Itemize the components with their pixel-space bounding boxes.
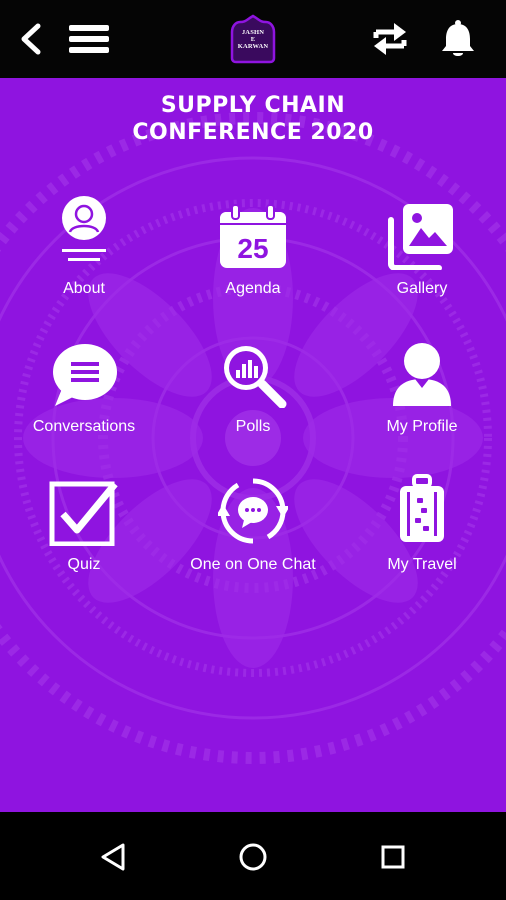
nav-back-icon <box>101 843 125 871</box>
title-line2: CONFERENCE 2020 <box>132 120 374 145</box>
gallery-icon <box>388 204 453 270</box>
tile-agenda[interactable]: 25 Agenda <box>169 190 337 320</box>
sync-icon <box>373 23 407 55</box>
tile-polls[interactable]: Polls <box>169 328 337 458</box>
polls-icon <box>224 346 287 408</box>
home-grid-screen: SUPPLY CHAIN CONFERENCE 2020 About 25 Ag… <box>0 78 506 812</box>
nav-home-button[interactable] <box>230 834 276 880</box>
nav-recents-icon <box>381 845 405 869</box>
calendar-icon: 25 <box>220 204 286 268</box>
notifications-button[interactable] <box>436 16 480 62</box>
tile-my-profile[interactable]: My Profile <box>338 328 506 458</box>
tile-label: My Travel <box>387 556 457 573</box>
tile-conversations[interactable]: Conversations <box>0 328 168 458</box>
hamburger-menu-icon <box>69 25 109 53</box>
tile-gallery[interactable]: Gallery <box>338 190 506 320</box>
logo-text-line2: E <box>250 35 256 43</box>
system-navigation-bar <box>0 812 506 900</box>
logo-text-line1: JASHN <box>241 28 265 36</box>
back-arrow-icon <box>21 23 41 55</box>
luggage-icon <box>400 474 444 542</box>
top-app-bar: JASHN E KARWAN <box>0 0 506 78</box>
tile-label: Agenda <box>225 280 281 297</box>
tile-label: One on One Chat <box>190 556 316 573</box>
chat-bubble-icon <box>53 344 117 406</box>
bell-icon <box>442 20 474 56</box>
profile-icon <box>393 343 451 406</box>
logo-text-line3: KARWAN <box>237 42 269 50</box>
tile-about[interactable]: About <box>0 190 168 320</box>
tile-label: About <box>63 280 105 297</box>
calendar-day: 25 <box>237 233 268 264</box>
conference-title: SUPPLY CHAIN CONFERENCE 2020 <box>0 92 506 146</box>
app-logo: JASHN E KARWAN <box>226 12 280 66</box>
checkbox-icon <box>49 481 118 546</box>
tile-label: My Profile <box>386 418 458 435</box>
tile-one-on-one-chat[interactable]: One on One Chat <box>169 466 337 596</box>
nav-home-icon <box>239 843 267 871</box>
sync-button[interactable] <box>366 18 414 60</box>
about-icon <box>62 196 106 261</box>
tile-label: Quiz <box>67 556 101 573</box>
tile-my-travel[interactable]: My Travel <box>338 466 506 596</box>
menu-button[interactable] <box>64 18 114 60</box>
tile-label: Polls <box>235 418 271 435</box>
nav-back-button[interactable] <box>90 834 136 880</box>
one-on-one-chat-icon <box>218 478 288 544</box>
tile-label: Gallery <box>396 280 448 297</box>
nav-recents-button[interactable] <box>370 834 416 880</box>
back-button[interactable] <box>10 18 52 60</box>
tile-label: Conversations <box>32 418 136 435</box>
tile-quiz[interactable]: Quiz <box>0 466 168 596</box>
title-line1: SUPPLY CHAIN <box>160 93 346 118</box>
